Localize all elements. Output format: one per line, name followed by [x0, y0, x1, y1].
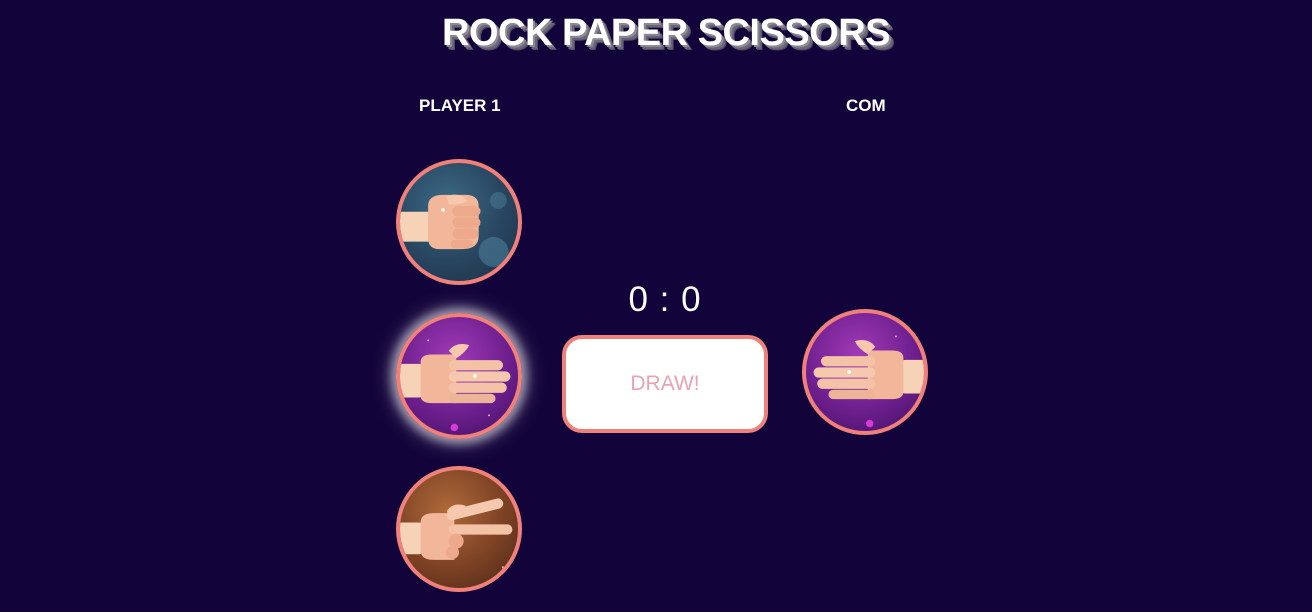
player1-label: PLAYER 1: [419, 96, 501, 115]
game-stage: ROCK PAPER SCISSORS PLAYER 1 COM 0: 0 D…: [0, 0, 1312, 612]
paper-choice-button[interactable]: [396, 313, 522, 439]
paper-hand-icon: [400, 339, 511, 432]
score-display: 0 : 0: [628, 280, 702, 319]
rock-choice-button[interactable]: [396, 159, 522, 285]
com-label: COM: [846, 96, 886, 115]
paper-hand-icon: [813, 335, 924, 428]
rock-fist-icon: [400, 192, 509, 267]
result-box: DRAW!: [562, 335, 768, 433]
scissors-hand-icon: [400, 498, 513, 569]
result-text: DRAW!: [630, 372, 700, 395]
page-title: ROCK PAPER SCISSORS: [442, 12, 890, 54]
com-choice-display: [802, 309, 928, 435]
scissors-choice-button[interactable]: [396, 466, 522, 592]
